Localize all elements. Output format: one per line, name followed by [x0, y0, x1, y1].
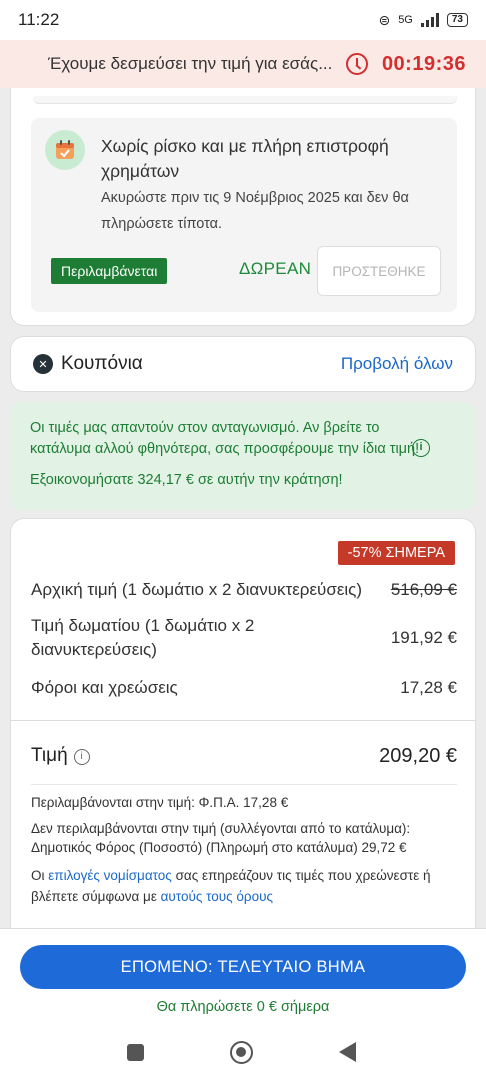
currency-note-prefix: Οι — [31, 868, 45, 883]
discount-badge: -57% ΣΗΜΕΡΑ — [337, 541, 455, 565]
coupons-title: Κουπόνια — [61, 353, 143, 374]
room-price-value: 191,92 € — [390, 628, 457, 647]
home-button[interactable] — [230, 1041, 253, 1064]
free-cancellation-description: Ακυρώστε πριν τις 9 Νοέμβριος 2025 και δ… — [101, 190, 409, 232]
cancellation-card: Χωρίς ρίσκο και με πλήρη επιστροφή χρημά… — [10, 70, 476, 326]
view-all-coupons-link[interactable]: Προβολή όλων — [341, 354, 453, 374]
taxes-row: Φόροι και χρεώσεις 17,28 € — [31, 676, 457, 700]
free-price-label: ΔΩΡΕΑΝ — [239, 259, 312, 278]
total-value: 209,20 € — [379, 745, 457, 767]
room-price-label: Τιμή δωματίου (1 δωμάτιο x 2 διανυκτερεύ… — [31, 616, 255, 659]
status-time: 11:22 — [18, 10, 60, 29]
currency-options-link[interactable]: επιλογές νομίσματος — [48, 868, 172, 883]
original-price-row: Αρχική τιμή (1 δωμάτιο x 2 διανυκτερεύσε… — [31, 578, 457, 602]
total-row: Τιμή i 209,20 € — [31, 745, 457, 775]
price-hold-banner: Έχουμε δεσμεύσει την τιμή για εσάς... 00… — [0, 40, 486, 88]
taxes-label: Φόροι και χρεώσεις — [31, 678, 178, 697]
divider — [11, 720, 475, 721]
price-breakdown-card: -57% ΣΗΜΕΡΑ Αρχική τιμή (1 δωμάτιο x 2 δ… — [10, 518, 476, 938]
countdown-timer: 00:19:36 — [381, 52, 466, 75]
price-match-box: Οι τιμές μας απαντούν στον ανταγωνισμό. … — [10, 402, 476, 510]
taxes-value: 17,28 € — [400, 678, 457, 697]
free-cancellation-box: Χωρίς ρίσκο και με πλήρη επιστροφή χρημά… — [31, 118, 457, 312]
back-button[interactable] — [339, 1042, 356, 1062]
included-badge: Περιλαμβάνεται — [51, 258, 168, 284]
network-label: 5G — [398, 14, 413, 26]
previous-section-edge — [33, 96, 457, 104]
pay-today-note: Θα πληρώσετε 0 € σήμερα — [156, 999, 330, 1015]
status-icons: ⊜ 5G 73 — [378, 12, 468, 29]
recents-button[interactable] — [127, 1044, 144, 1061]
coupon-icon: ✕ — [33, 354, 53, 374]
info-icon[interactable]: i — [412, 439, 430, 457]
currency-note: Οι επιλογές νομίσματος σας επηρεάζουν τι… — [31, 865, 461, 907]
free-cancellation-title: Χωρίς ρίσκο και με πλήρη επιστροφή χρημά… — [101, 136, 389, 181]
original-price-label: Αρχική τιμή (1 δωμάτιο x 2 διανυκτερεύσε… — [31, 580, 363, 599]
info-icon[interactable]: i — [73, 748, 90, 765]
included-taxes-note: Περιλαμβάνονται στην τιμή: Φ.Π.Α. 17,28 … — [31, 795, 289, 810]
battery-icon: 73 — [446, 13, 468, 27]
divider — [31, 784, 457, 785]
coupons-card[interactable]: ✕ Κουπόνια Προβολή όλων — [10, 336, 476, 392]
hotspot-icon: ⊜ — [378, 11, 391, 28]
total-label: Τιμή — [31, 745, 68, 766]
savings-text: Εξοικονομήσατε 324,17 € σε αυτήν την κρά… — [30, 472, 343, 488]
clock-icon — [345, 53, 368, 75]
next-step-button[interactable]: ΕΠΟΜΕΝΟ: ΤΕΛΕΥΤΑΙΟ ΒΗΜΑ — [20, 945, 466, 989]
room-price-row: Τιμή δωματίου (1 δωμάτιο x 2 διανυκτερεύ… — [31, 614, 457, 662]
status-bar: 11:22 ⊜ 5G 73 — [0, 0, 486, 40]
system-nav-bar — [0, 1028, 486, 1080]
original-price-value: 516,09 € — [390, 580, 457, 599]
checkout-bar: ΕΠΟΜΕΝΟ: ΤΕΛΕΥΤΑΙΟ ΒΗΜΑ Θα πληρώσετε 0 €… — [0, 928, 486, 1028]
calendar-check-icon — [45, 130, 85, 170]
added-button[interactable]: ΠΡΟΣΤΕΘΗΚΕ — [317, 246, 441, 296]
price-hold-text: Έχουμε δεσμεύσει την τιμή για εσάς... — [48, 54, 333, 73]
excluded-taxes-note: Δεν περιλαμβάνονται στην τιμή (συλλέγοντ… — [31, 821, 411, 855]
terms-link[interactable]: αυτούς τους όρους — [161, 889, 273, 904]
price-match-message: Οι τιμές μας απαντούν στον ανταγωνισμό. … — [30, 420, 420, 457]
signal-icon — [420, 13, 439, 27]
